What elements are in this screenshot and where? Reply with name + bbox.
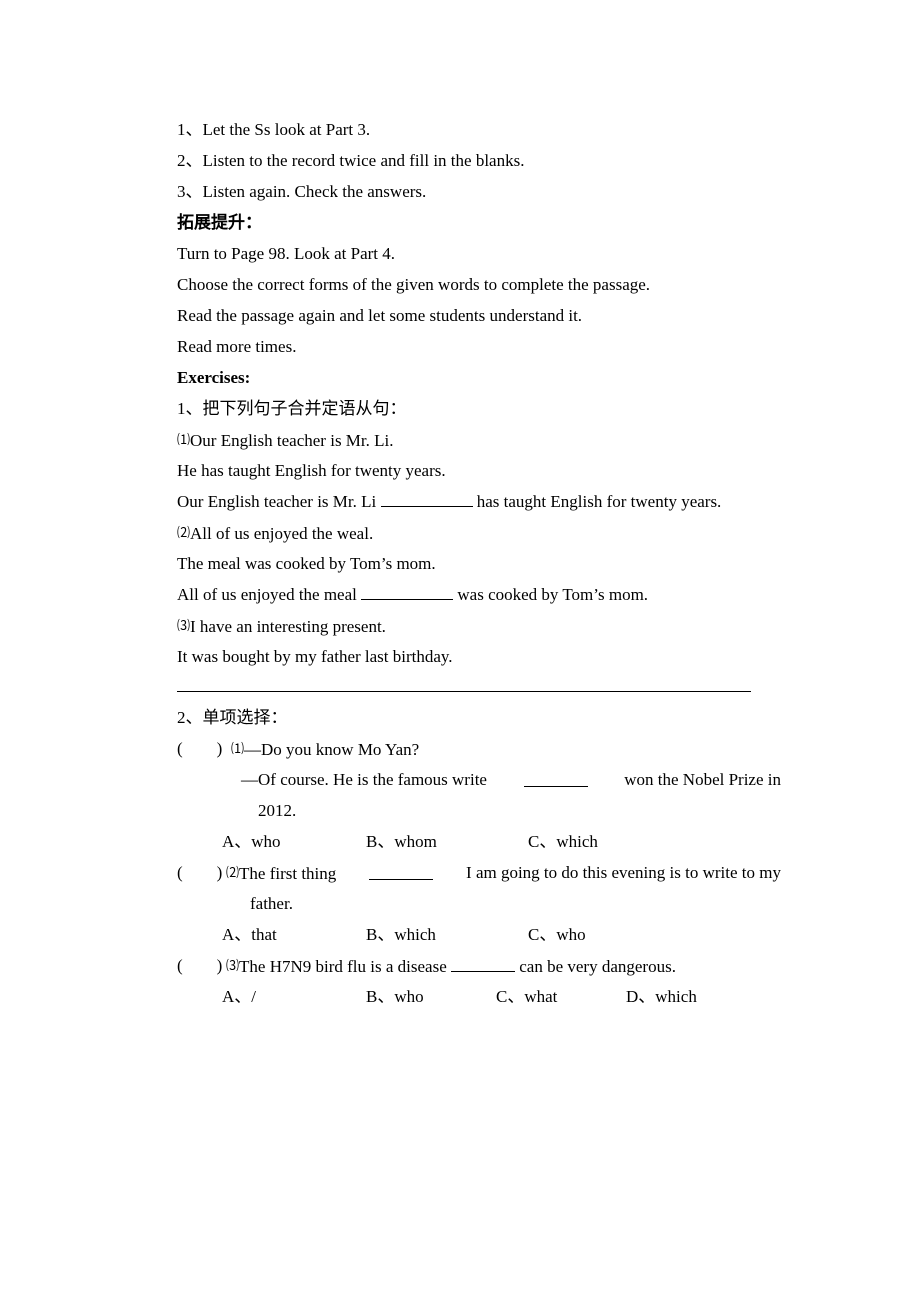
item-number: ⑶ xyxy=(177,618,191,633)
extension-line: Turn to Page 98. Look at Part 4. xyxy=(177,244,396,263)
answer-blank[interactable] xyxy=(369,865,434,880)
question-number: ⑵ xyxy=(226,865,240,880)
question-3-line-1: ⑶The H7N9 bird flu is a disease can be v… xyxy=(226,957,676,976)
option-b[interactable]: B、which xyxy=(366,925,436,945)
option-a[interactable]: A、that xyxy=(222,925,277,945)
exercises-heading: Exercises: xyxy=(177,368,251,387)
question-1-line-2: —Of course. He is the famous write won t… xyxy=(241,770,781,789)
question-2-line-1: ⑵The first thing I am going to do this e… xyxy=(226,863,781,883)
option-d[interactable]: D、which xyxy=(626,987,697,1007)
extension-line: Choose the correct forms of the given wo… xyxy=(177,275,651,294)
answer-blank[interactable] xyxy=(380,492,473,507)
option-b[interactable]: B、who xyxy=(366,987,424,1007)
exercise-item-1-combined: Our English teacher is Mr. Li has taught… xyxy=(177,492,722,511)
exercise-item-1-sentence-1: ⑴Our English teacher is Mr. Li. xyxy=(177,431,394,450)
exercise-item-1-sentence-2: He has taught English for twenty years. xyxy=(177,461,446,480)
answer-line[interactable] xyxy=(177,691,751,692)
answer-blank[interactable] xyxy=(523,772,588,787)
question-number: ⑶ xyxy=(226,958,240,973)
exercise-item-3-sentence-2: It was bought by my father last birthday… xyxy=(177,647,453,666)
item-number: ⑵ xyxy=(177,525,191,540)
part1-title: 1、把下列句子合并定语从句： xyxy=(177,399,407,418)
answer-blank[interactable] xyxy=(361,585,454,600)
question-1-line-3: 2012. xyxy=(258,801,297,820)
exercise-item-3-sentence-1: ⑶I have an interesting present. xyxy=(177,617,386,636)
extension-heading: 拓展提升： xyxy=(177,213,262,232)
item-number: ⑴ xyxy=(177,432,191,447)
option-b[interactable]: B、whom xyxy=(366,832,437,852)
extension-line: Read more times. xyxy=(177,337,297,356)
exercise-item-2-sentence-2: The meal was cooked by Tom’s mom. xyxy=(177,554,436,573)
question-number: ⑴ xyxy=(231,741,245,756)
step-line: 3、Listen again. Check the answers. xyxy=(177,182,427,201)
option-c[interactable]: C、which xyxy=(528,832,598,852)
option-c[interactable]: C、who xyxy=(528,925,586,945)
answer-bracket[interactable]: ( ) xyxy=(177,863,222,883)
exercise-item-2-sentence-1: ⑵All of us enjoyed the weal. xyxy=(177,524,374,543)
step-line: 2、Listen to the record twice and fill in… xyxy=(177,151,525,170)
answer-blank[interactable] xyxy=(451,957,515,972)
extension-line: Read the passage again and let some stud… xyxy=(177,306,583,325)
question-2-line-2: father. xyxy=(250,894,293,913)
exercise-item-2-combined: All of us enjoyed the meal was cooked by… xyxy=(177,585,649,604)
option-a[interactable]: A、who xyxy=(222,832,281,852)
answer-bracket[interactable]: ( ) xyxy=(177,956,222,976)
answer-bracket[interactable]: ( ) xyxy=(177,739,222,759)
option-c[interactable]: C、what xyxy=(496,987,557,1007)
part2-title: 2、单项选择： xyxy=(177,708,288,727)
option-a[interactable]: A、/ xyxy=(222,987,256,1007)
step-line: 1、Let the Ss look at Part 3. xyxy=(177,120,371,139)
question-1-line-1: ⑴—Do you know Mo Yan? xyxy=(231,740,420,759)
